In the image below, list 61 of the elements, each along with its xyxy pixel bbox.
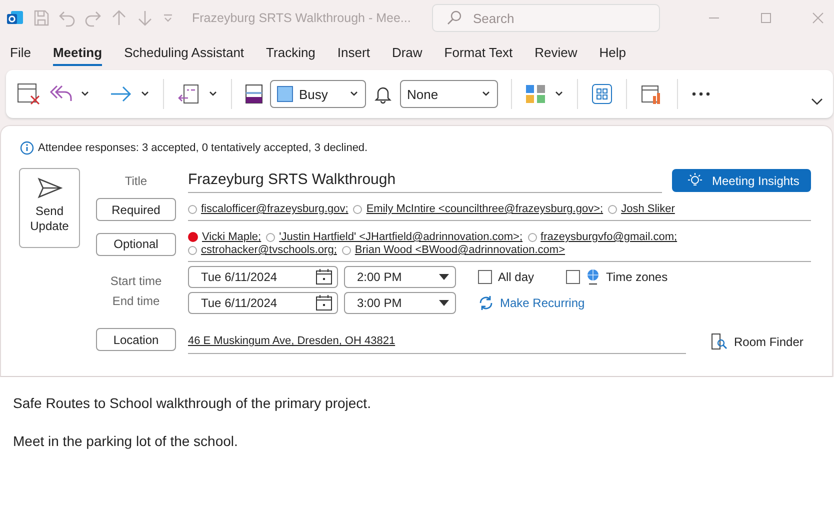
location-field[interactable]: 46 E Muskingum Ave, Dresden, OH 43821 [188, 330, 686, 354]
menu-tab[interactable]: Meeting [52, 40, 102, 66]
menu-tab[interactable]: Scheduling Assistant [124, 40, 244, 66]
dropdown-arrow-icon [439, 273, 449, 281]
menu-tab[interactable]: Draw [392, 40, 422, 66]
make-recurring-link[interactable]: Make Recurring [500, 296, 585, 310]
attendee-link[interactable]: Brian Wood <BWood@adrinnovation.com> [354, 244, 565, 256]
more-icon[interactable] [691, 91, 711, 97]
window-title: Frazeyburg SRTS Walkthrough - Mee... [192, 11, 412, 25]
end-date-field[interactable]: Tue 6/11/2024 [188, 292, 338, 314]
menu-tab[interactable]: Review [534, 40, 578, 66]
send-icon [36, 177, 62, 199]
menu-tab[interactable]: Format Text [444, 40, 513, 66]
title-label: Title [124, 174, 148, 188]
search-icon [446, 10, 462, 26]
start-time-label: Start time [109, 273, 163, 288]
calendar-icon[interactable] [315, 268, 333, 286]
optional-button[interactable]: Optional [96, 232, 176, 256]
outlook-logo-icon [6, 9, 24, 27]
categorize-icon[interactable] [525, 83, 547, 105]
attendee-link[interactable]: Josh Sliker [621, 203, 675, 215]
end-time-label: End time [111, 294, 161, 308]
reminder-dropdown[interactable]: None [400, 80, 498, 108]
recurring-icon[interactable] [478, 295, 494, 311]
meeting-insights-button[interactable]: Meeting Insights [672, 169, 811, 192]
info-icon [20, 141, 34, 155]
apps-grid-icon[interactable] [591, 83, 613, 105]
attendee-link[interactable]: cstrohacker@tvschools.org; [201, 244, 337, 256]
title-field[interactable]: Frazeyburg SRTS Walkthrough [188, 168, 662, 193]
attendee-link[interactable]: frazeysburgvfo@gmail.com; [540, 231, 678, 243]
attendee-link[interactable]: 'Justin Hartfield' <JHartfield@adrinnovation.com>; [279, 231, 523, 243]
end-time-dropdown[interactable]: 3:00 PM [344, 292, 456, 314]
attendee-link[interactable]: Vicki Maple; [202, 231, 262, 243]
required-button[interactable]: Required [96, 198, 176, 221]
attendee-link[interactable]: fiscalofficer@frazeysburg.gov; [201, 203, 348, 215]
all-day-checkbox[interactable] [478, 270, 492, 284]
start-date-field[interactable]: Tue 6/11/2024 [188, 266, 338, 288]
info-text: Attendee responses: 3 accepted, 0 tentatively accepted, 3 declined. [38, 142, 368, 154]
start-time-dropdown[interactable]: 2:00 PM [344, 266, 456, 288]
search-field[interactable]: Search [432, 4, 660, 32]
globe-icon [586, 269, 600, 285]
cancel-meeting-icon[interactable] [16, 81, 42, 107]
location-button[interactable]: Location [96, 328, 176, 351]
room-finder-label[interactable]: Room Finder [734, 335, 804, 349]
respond-options-icon[interactable] [177, 82, 201, 106]
menu-tab[interactable]: Help [599, 40, 626, 66]
room-finder-icon[interactable] [710, 333, 728, 351]
time-zones-checkbox[interactable] [566, 270, 580, 284]
time-zones-label: Time zones [606, 270, 668, 284]
show-as-dropdown[interactable]: Busy [270, 80, 366, 108]
all-day-label: All day [498, 270, 534, 284]
message-paragraph: Meet in the parking lot of the school. [13, 433, 239, 449]
menu-tab[interactable]: Tracking [266, 40, 316, 66]
menu-tab[interactable]: Insert [337, 40, 370, 66]
menu-tab[interactable]: File [10, 40, 31, 66]
color-strip-icon [245, 83, 263, 105]
message-paragraph: Safe Routes to School walkthrough of the primary project. [13, 395, 372, 411]
calendar-icon[interactable] [315, 294, 333, 312]
attendee-link[interactable]: Emily McIntire <councilthree@frazeysburg.gov>; [366, 203, 604, 215]
dropdown-arrow-icon [439, 299, 449, 307]
send-update-button[interactable]: Send Update [19, 168, 80, 248]
